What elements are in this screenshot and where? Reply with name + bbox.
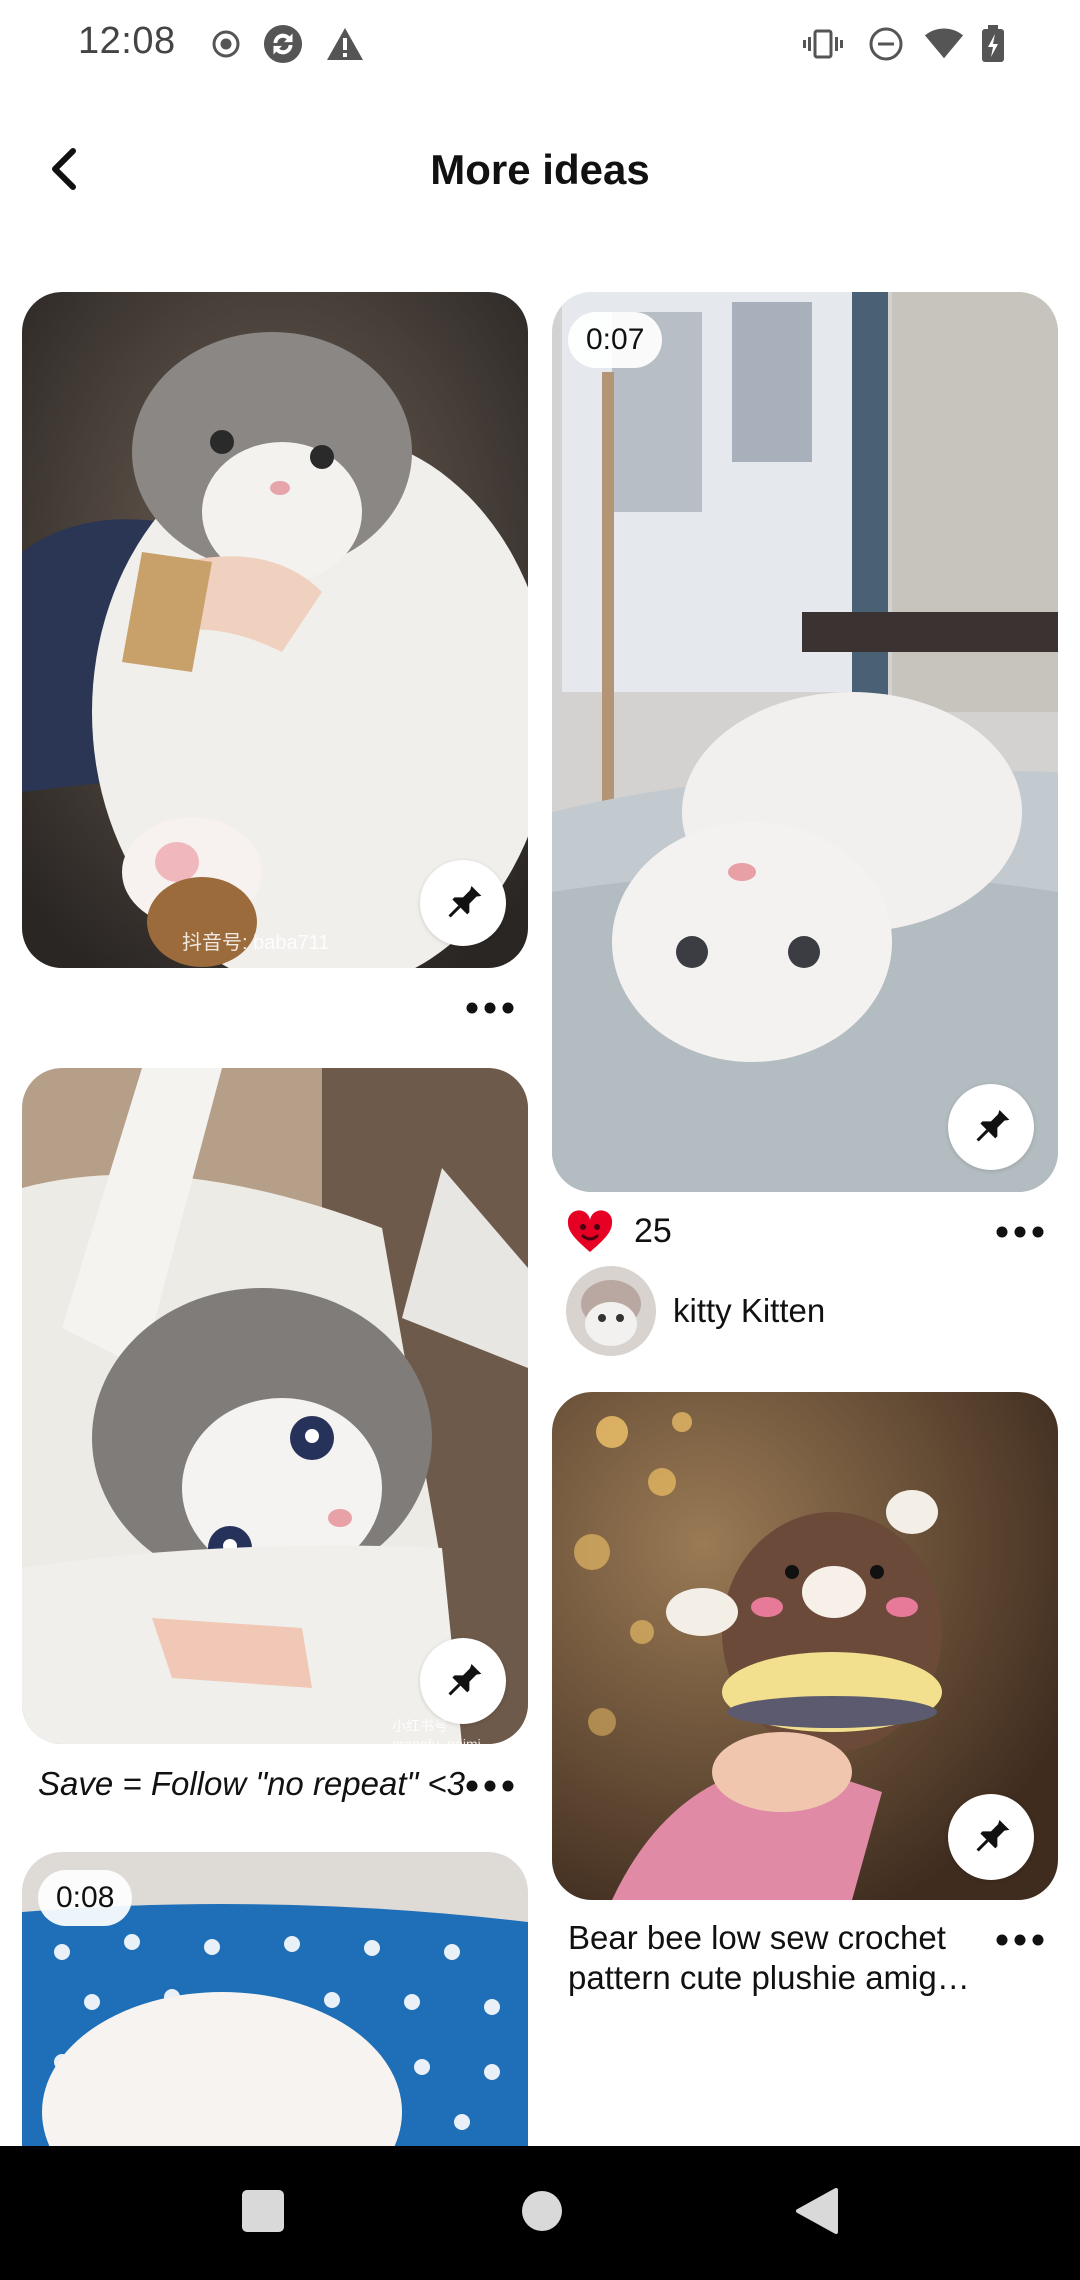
creator-avatar[interactable]: [566, 1266, 656, 1356]
warning-icon: [325, 24, 365, 64]
more-options-button[interactable]: [460, 1766, 520, 1806]
pin-image-crochet-bee[interactable]: [552, 1392, 1058, 1900]
more-options-button[interactable]: [990, 1920, 1050, 1960]
video-duration-badge: 0:08: [38, 1870, 133, 1926]
ellipsis-icon: [466, 1780, 514, 1792]
recents-square-icon[interactable]: [240, 2188, 286, 2234]
ellipsis-icon: [996, 1226, 1044, 1238]
save-pin-button[interactable]: [420, 1638, 506, 1724]
back-triangle-icon[interactable]: [794, 2186, 840, 2236]
status-time: 12:08: [78, 20, 176, 62]
system-nav-bar: [0, 2146, 1080, 2280]
dnd-icon: [866, 24, 906, 64]
pin-caption[interactable]: Bear bee low sew crochet pattern cute pl…: [568, 1918, 988, 1998]
wifi-icon: [924, 24, 964, 64]
ellipsis-icon: [996, 1934, 1044, 1946]
pin-caption[interactable]: Save = Follow "no repeat" <3: [38, 1764, 465, 1804]
home-circle-icon[interactable]: [519, 2188, 565, 2234]
pin-video-cat-bed[interactable]: 0:07: [552, 292, 1058, 1192]
watermark-text: 抖音号: baba711: [182, 932, 330, 954]
more-options-button[interactable]: [990, 1212, 1050, 1252]
battery-charging-icon: [973, 24, 1013, 64]
more-options-button[interactable]: [460, 988, 520, 1028]
pin-image-cat-in-bag[interactable]: 小红书号 grapefu_naimi: [22, 1068, 528, 1744]
pin-video-cat-blue[interactable]: 0:08: [22, 1852, 528, 2146]
save-pin-button[interactable]: [948, 1084, 1034, 1170]
pushpin-icon: [976, 1110, 1010, 1142]
pushpin-icon: [448, 886, 482, 918]
record-icon: [206, 24, 246, 64]
status-bar: 12:08: [0, 0, 1080, 90]
video-duration-badge: 0:07: [568, 312, 663, 368]
cat-bed-image: [552, 292, 1058, 1192]
vibrate-icon: [803, 24, 843, 64]
pin-image-cat-held[interactable]: 抖音号: baba711: [22, 292, 528, 968]
sync-icon: [263, 24, 303, 64]
ellipsis-icon: [466, 1002, 514, 1014]
save-pin-button[interactable]: [420, 860, 506, 946]
heart-reaction-icon: [566, 1210, 614, 1254]
page-title: More ideas: [430, 146, 650, 193]
pushpin-icon: [976, 1820, 1010, 1852]
save-pin-button[interactable]: [948, 1794, 1034, 1880]
like-count: 25: [634, 1212, 672, 1250]
creator-name[interactable]: kitty Kitten: [673, 1292, 825, 1330]
pushpin-icon: [448, 1664, 482, 1696]
